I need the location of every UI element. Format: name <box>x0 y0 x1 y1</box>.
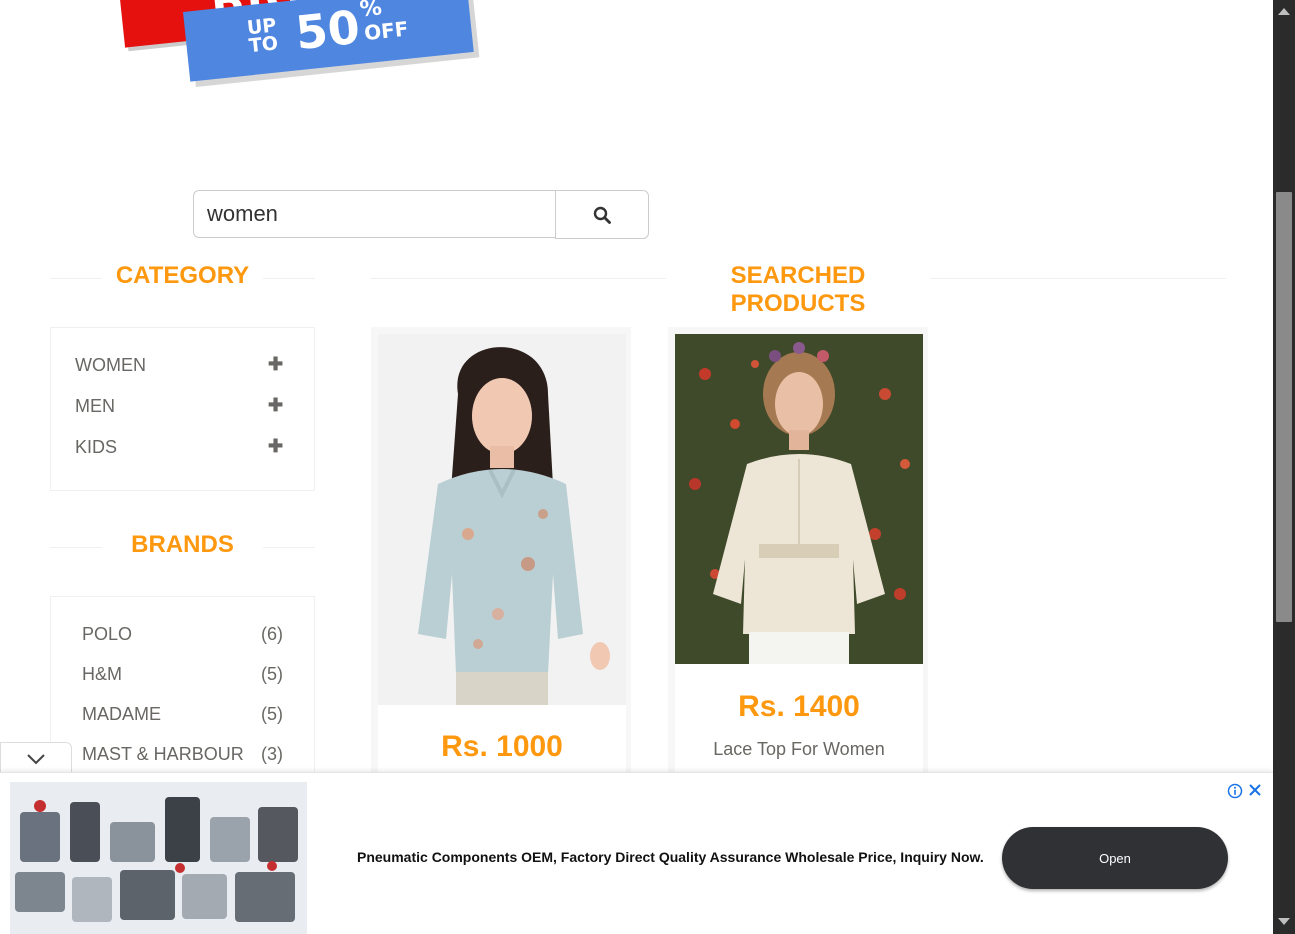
product-card[interactable]: Rs. 1000 <box>371 327 631 789</box>
brand-count: (5) <box>261 704 283 724</box>
ad-image[interactable] <box>10 782 307 934</box>
product-price: Rs. 1400 <box>738 690 860 723</box>
heading-rule <box>50 547 102 548</box>
searched-products-heading: SEARCHED PRODUCTS <box>730 262 866 317</box>
heading-rule <box>50 278 102 279</box>
category-heading: CATEGORY <box>115 262 250 289</box>
sale-banner[interactable]: BIG SALE UP TO 50 % OFF <box>108 0 528 110</box>
scroll-down-arrow-icon[interactable] <box>1278 918 1290 925</box>
page: BIG SALE UP TO 50 % OFF CATEGORY WOMEN ✚… <box>0 0 1273 934</box>
banner-percent: 50 <box>293 0 363 61</box>
banner-blue-strip: UP TO 50 % OFF <box>183 0 474 82</box>
brand-item-polo[interactable]: POLO <box>82 624 132 645</box>
search-input[interactable] <box>193 190 570 238</box>
product-card[interactable]: Rs. 1400 Lace Top For Women <box>668 327 928 789</box>
info-icon[interactable] <box>1227 783 1243 799</box>
product-price: Rs. 1000 <box>441 730 563 763</box>
banner-off: OFF <box>362 16 410 46</box>
brand-count: (5) <box>261 664 283 684</box>
category-panel: WOMEN ✚ MEN ✚ KIDS ✚ <box>50 327 315 491</box>
category-item-kids[interactable]: KIDS <box>75 437 117 458</box>
category-item-men[interactable]: MEN <box>75 396 115 417</box>
brand-count: (3) <box>261 744 283 764</box>
chevron-down-icon <box>27 754 45 765</box>
brand-item-mast-harbour[interactable]: MAST & HARBOUR <box>82 744 244 765</box>
close-icon[interactable] <box>1248 783 1262 797</box>
search-icon <box>593 206 611 224</box>
scrollbar-thumb[interactable] <box>1276 192 1292 622</box>
banner-up-to: UP TO <box>245 14 280 58</box>
search-button[interactable] <box>555 190 649 239</box>
product-name: Lace Top For Women <box>713 739 885 759</box>
brands-heading: BRANDS <box>131 531 234 558</box>
brand-item-madame[interactable]: MADAME <box>82 704 161 725</box>
product-image[interactable] <box>675 334 923 664</box>
ad-open-button[interactable]: Open <box>1002 827 1228 889</box>
heading-rule <box>371 278 666 279</box>
search-bar <box>193 190 649 240</box>
heading-rule <box>263 547 315 548</box>
ad-collapse-button[interactable] <box>0 742 72 775</box>
plus-icon[interactable]: ✚ <box>268 436 283 457</box>
heading-rule <box>930 278 1226 279</box>
ad-banner: Pneumatic Components OEM, Factory Direct… <box>0 772 1273 934</box>
plus-icon[interactable]: ✚ <box>268 354 283 375</box>
plus-icon[interactable]: ✚ <box>268 395 283 416</box>
product-image[interactable] <box>378 334 626 705</box>
vertical-scrollbar[interactable] <box>1273 0 1295 934</box>
ad-text[interactable]: Pneumatic Components OEM, Factory Direct… <box>357 849 984 865</box>
brand-count: (6) <box>261 624 283 644</box>
scroll-up-arrow-icon[interactable] <box>1278 8 1290 15</box>
category-item-women[interactable]: WOMEN <box>75 355 146 376</box>
heading-rule <box>263 278 315 279</box>
brand-item-hm[interactable]: H&M <box>82 664 122 685</box>
